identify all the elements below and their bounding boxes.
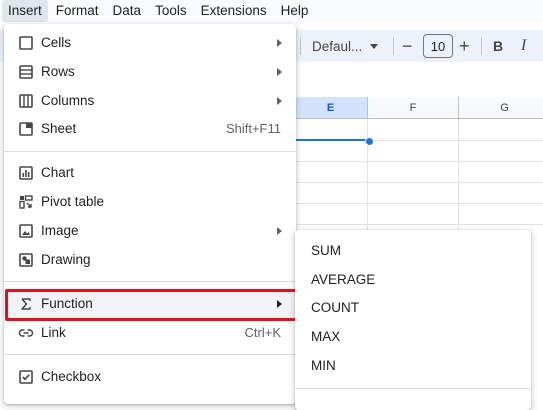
menu-item-drawing[interactable]: Drawing bbox=[4, 246, 296, 274]
column-header-f[interactable]: F bbox=[368, 97, 459, 119]
column-label: E bbox=[326, 101, 335, 114]
cell-selection-border bbox=[296, 139, 369, 141]
menu-divider bbox=[4, 151, 296, 152]
submenu-arrow-icon bbox=[277, 300, 282, 308]
drawing-icon bbox=[18, 252, 34, 268]
submenu-arrow-icon bbox=[277, 97, 282, 105]
menu-item-rows[interactable]: Rows bbox=[4, 58, 296, 86]
grid-line bbox=[296, 161, 543, 162]
decrease-font-size-button[interactable]: − bbox=[402, 30, 413, 62]
columns-icon bbox=[18, 93, 34, 109]
function-sum[interactable]: SUM bbox=[295, 236, 531, 265]
function-count[interactable]: COUNT bbox=[295, 293, 531, 322]
submenu-arrow-icon bbox=[277, 68, 282, 76]
toolbar-divider bbox=[393, 37, 394, 55]
menu-divider bbox=[4, 354, 296, 355]
function-average[interactable]: AVERAGE bbox=[295, 265, 531, 294]
bold-button[interactable]: B bbox=[493, 30, 503, 62]
menu-data[interactable]: Data bbox=[107, 0, 148, 22]
menu-item-label: Columns bbox=[41, 93, 95, 108]
menu-item-label: Checkbox bbox=[41, 369, 102, 384]
font-family-select[interactable]: Defaul... bbox=[312, 30, 379, 62]
menu-item-label: Function bbox=[41, 296, 93, 311]
submenu-arrow-icon bbox=[277, 227, 282, 235]
menu-item-checkbox[interactable]: Checkbox bbox=[4, 363, 296, 391]
sheet-icon bbox=[18, 121, 34, 137]
fill-handle[interactable] bbox=[365, 137, 374, 146]
menu-help[interactable]: Help bbox=[275, 0, 315, 22]
menu-divider bbox=[4, 281, 296, 282]
submenu-arrow-icon bbox=[277, 39, 282, 47]
shortcut-label: Ctrl+K bbox=[244, 325, 281, 340]
toolbar-divider bbox=[481, 37, 482, 55]
grid-line bbox=[458, 119, 459, 232]
cells-icon bbox=[18, 35, 34, 51]
submenu-divider bbox=[295, 388, 531, 389]
column-label: F bbox=[409, 101, 417, 114]
menu-item-pivot-table[interactable]: Pivot table bbox=[4, 188, 296, 216]
increase-font-size-button[interactable]: + bbox=[459, 30, 470, 62]
menu-item-function[interactable]: Function bbox=[4, 290, 296, 318]
rows-icon bbox=[18, 64, 34, 80]
menu-format[interactable]: Format bbox=[50, 0, 105, 22]
menu-item-cells[interactable]: Cells bbox=[4, 29, 296, 57]
menu-item-image[interactable]: Image bbox=[4, 217, 296, 245]
grid-line bbox=[367, 119, 368, 232]
link-icon bbox=[18, 325, 34, 341]
function-min[interactable]: MIN bbox=[295, 351, 531, 380]
checkbox-icon bbox=[18, 369, 34, 385]
menu-item-link[interactable]: Link Ctrl+K bbox=[4, 319, 296, 347]
column-header-g[interactable]: G bbox=[459, 97, 543, 119]
shortcut-label: Shift+F11 bbox=[225, 121, 281, 136]
menu-item-label: Chart bbox=[41, 165, 75, 180]
menu-item-label: Pivot table bbox=[41, 194, 105, 209]
menu-bar: Insert Format Data Tools Extensions Help bbox=[0, 0, 543, 22]
italic-button[interactable]: I bbox=[521, 30, 526, 62]
pivot-table-icon bbox=[18, 194, 34, 210]
menu-item-label: Sheet bbox=[41, 121, 77, 136]
menu-tools[interactable]: Tools bbox=[149, 0, 193, 22]
chart-icon bbox=[18, 165, 34, 181]
menu-insert[interactable]: Insert bbox=[2, 0, 48, 22]
menu-item-label: Rows bbox=[41, 64, 75, 79]
menu-item-sheet[interactable]: Sheet Shift+F11 bbox=[4, 115, 296, 143]
grid-line bbox=[296, 182, 543, 183]
function-submenu: SUM AVERAGE COUNT MAX MIN bbox=[295, 230, 531, 410]
grid-line bbox=[296, 203, 543, 204]
font-size-input[interactable]: 10 bbox=[423, 34, 453, 58]
menu-item-columns[interactable]: Columns bbox=[4, 87, 296, 115]
menu-item-label: Link bbox=[41, 325, 66, 340]
image-icon bbox=[18, 223, 34, 239]
insert-menu: Cells Rows Columns Sheet Shift+F11 Chart bbox=[4, 24, 296, 404]
menu-item-label: Image bbox=[41, 223, 79, 238]
menu-item-chart[interactable]: Chart bbox=[4, 159, 296, 187]
function-max[interactable]: MAX bbox=[295, 322, 531, 351]
font-family-value: Defaul... bbox=[312, 38, 363, 54]
grid-line bbox=[296, 224, 543, 225]
menu-item-label: Cells bbox=[41, 35, 72, 50]
menu-extensions[interactable]: Extensions bbox=[195, 0, 273, 22]
menu-item-label: Drawing bbox=[41, 252, 91, 267]
font-dropdown-arrow-icon bbox=[370, 43, 379, 49]
sigma-icon bbox=[18, 296, 34, 312]
column-label: G bbox=[500, 101, 509, 114]
toolbar-divider bbox=[300, 37, 301, 55]
font-size-control: 10 bbox=[423, 30, 453, 62]
